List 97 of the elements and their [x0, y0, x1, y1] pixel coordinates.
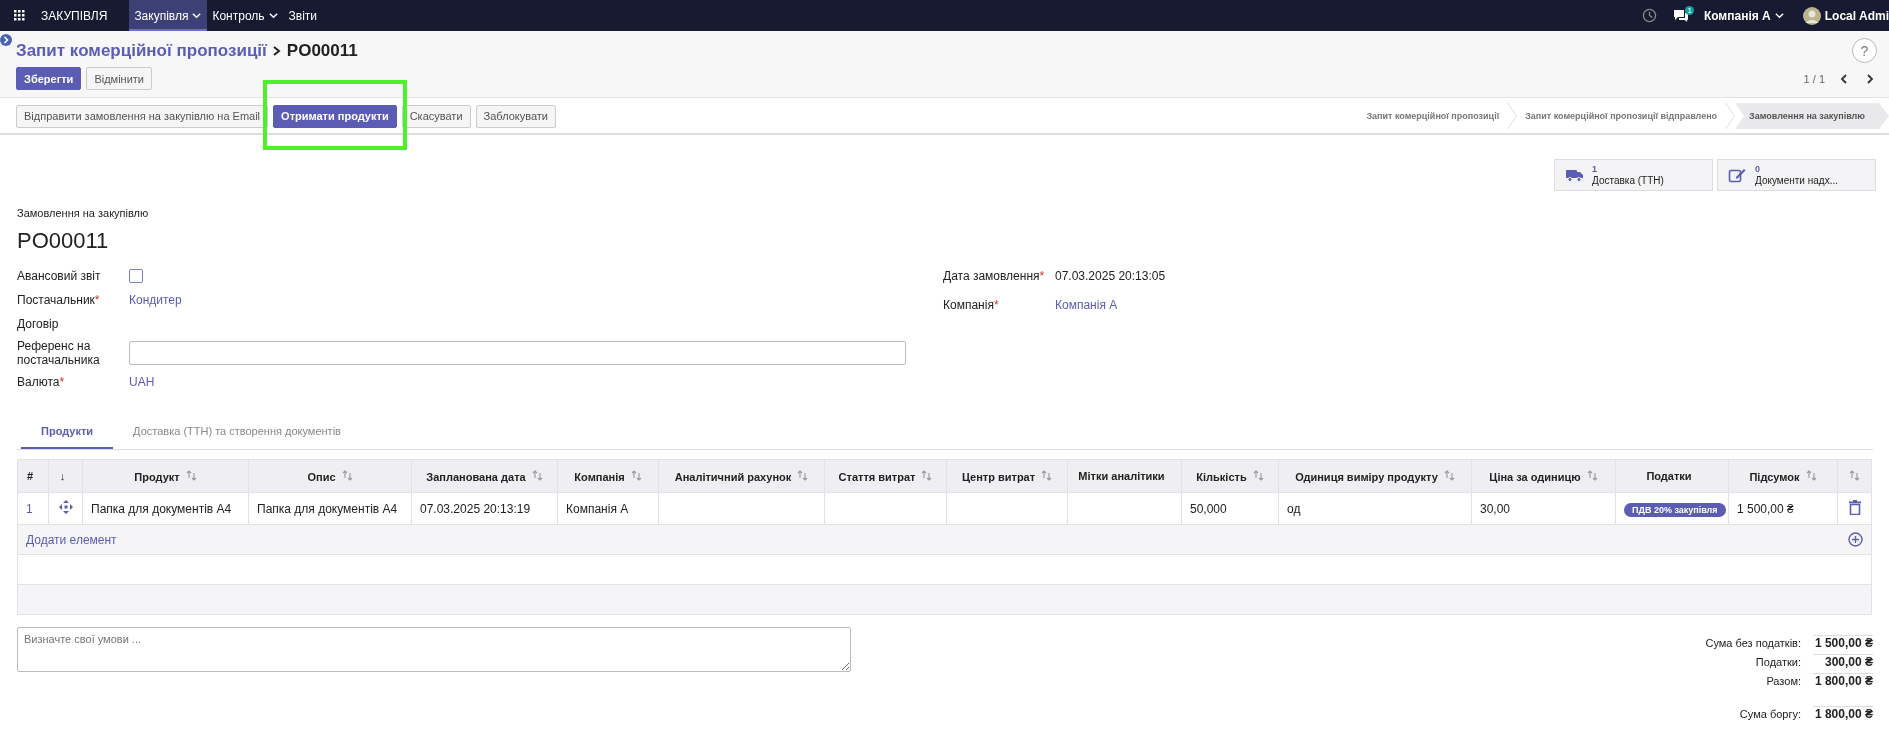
- table-cell: 07.03.2025 20:13:19: [420, 501, 531, 516]
- status-stage[interactable]: Запит комерційної пропозиції: [1358, 103, 1508, 129]
- total-label: Сума без податків:: [1705, 636, 1801, 649]
- message-count-badge: 1: [1685, 5, 1694, 15]
- tab[interactable]: Доставка (ТТН) та створення документів: [113, 419, 361, 449]
- clock-icon[interactable]: [1641, 8, 1657, 23]
- discard-button[interactable]: Відмінити: [86, 67, 152, 90]
- chevron-icon: [1725, 103, 1736, 129]
- trash-icon[interactable]: [1848, 499, 1861, 515]
- sort-icon[interactable]: [341, 469, 353, 481]
- sort-icon[interactable]: [1586, 469, 1598, 481]
- total-label: Разом:: [1766, 674, 1801, 687]
- field-value: 07.03.2025 20:13:05: [1055, 269, 1166, 283]
- sort-icon[interactable]: [1252, 469, 1264, 481]
- save-button[interactable]: Зберегти: [16, 67, 82, 90]
- breadcrumb-link[interactable]: Запит комерційної пропозиції: [16, 40, 267, 61]
- status-stage[interactable]: Запит комерційної пропозиції відправлено: [1517, 103, 1726, 129]
- smart-button-label: Документи надх...: [1755, 175, 1838, 186]
- app-title[interactable]: ЗАКУПІВЛЯ: [41, 8, 108, 23]
- tax-tag: ПДВ 20% закупівля: [1624, 502, 1726, 517]
- add-line-link[interactable]: Додати елемент: [26, 532, 117, 547]
- truck-icon: [1565, 167, 1584, 183]
- column-header[interactable]: ↓: [59, 470, 66, 482]
- sort-icon[interactable]: [921, 469, 933, 481]
- row-number: 1: [26, 501, 33, 516]
- sidebar-toggle-icon[interactable]: [0, 34, 12, 46]
- caret-icon: [1773, 10, 1785, 21]
- help-button[interactable]: ?: [1852, 38, 1877, 63]
- column-header[interactable]: Опис: [307, 470, 336, 483]
- table-cell: 50,000: [1190, 501, 1227, 516]
- smart-button-count: 1: [1592, 164, 1598, 175]
- apps-menu-icon[interactable]: [14, 10, 25, 21]
- menu-item[interactable]: Закупівля: [129, 0, 208, 31]
- field-label: Авансовий звіт: [17, 269, 102, 283]
- chevron-icon: [271, 44, 282, 57]
- sort-icon[interactable]: [185, 469, 197, 481]
- field-label: Постачальник*: [17, 293, 101, 307]
- field-label: Дата замовлення*: [943, 269, 1046, 283]
- sort-icon[interactable]: [531, 469, 543, 481]
- table-cell: 1 500,00 ₴: [1737, 501, 1794, 516]
- table-cell: 30,00: [1480, 501, 1511, 516]
- smart-button-count: 0: [1755, 164, 1761, 175]
- form-subtitle: Замовлення на закупівлю: [17, 207, 150, 219]
- tab[interactable]: Продукти: [21, 419, 114, 449]
- total-value: 1 800,00 ₴: [1813, 673, 1873, 688]
- field-value-link[interactable]: Кондитер: [129, 293, 182, 307]
- pager-value: 1 / 1: [1803, 72, 1825, 85]
- action-button[interactable]: Отримати продукти: [273, 104, 397, 128]
- sort-icon[interactable]: [630, 469, 642, 481]
- action-button[interactable]: Скасувати: [401, 104, 471, 128]
- table-cell: Папка для документів A4: [91, 501, 232, 516]
- status-stage[interactable]: Замовлення на закупівлю: [1735, 103, 1889, 129]
- record-title: PO00011: [286, 40, 358, 61]
- field-label: Компанія*: [943, 298, 1000, 312]
- total-value: 1 800,00 ₴: [1813, 706, 1873, 721]
- checkbox[interactable]: [129, 269, 143, 283]
- avatar-icon: [1802, 6, 1821, 25]
- field-value-link[interactable]: UAH: [129, 375, 155, 389]
- smart-button[interactable]: 0 Документи надх...: [1717, 159, 1876, 191]
- sort-icon[interactable]: [1443, 469, 1455, 481]
- chevron-icon: [1507, 103, 1518, 129]
- smart-button[interactable]: 1 Доставка (ТТН): [1554, 159, 1713, 191]
- table-cell: Компанія А: [566, 501, 629, 516]
- field-value-link[interactable]: Компанія А: [1055, 298, 1118, 312]
- input-field[interactable]: [129, 341, 906, 365]
- field-label: Референс на постачальника: [17, 339, 101, 367]
- total-label: Податки:: [1755, 655, 1801, 668]
- notes-field[interactable]: Визначте свої умови ...: [17, 627, 851, 672]
- table-cell: од: [1287, 501, 1301, 516]
- user-menu[interactable]: Local Admi: [1797, 0, 1889, 31]
- column-header[interactable]: Компанія: [574, 470, 625, 483]
- total-value: 300,00 ₴: [1813, 654, 1873, 669]
- column-header[interactable]: Податки: [1646, 470, 1692, 482]
- sort-icon[interactable]: [1849, 469, 1860, 481]
- table-cell: Папка для документів A4: [257, 501, 398, 516]
- menu-item[interactable]: Звіти: [283, 0, 323, 31]
- column-header[interactable]: Продукт: [134, 470, 180, 483]
- record-name: PO00011: [17, 228, 110, 254]
- pencil-square-icon: [1728, 167, 1747, 183]
- total-label: Сума боргу:: [1739, 707, 1801, 720]
- sort-icon[interactable]: [1805, 469, 1817, 481]
- column-header[interactable]: Кількість: [1196, 470, 1247, 483]
- chat-icon[interactable]: [1672, 8, 1689, 23]
- sort-icon[interactable]: [1041, 469, 1053, 481]
- smart-button-label: Доставка (ТТН): [1592, 175, 1664, 186]
- action-button[interactable]: Відправити замовлення на закупівлю на Email: [16, 104, 269, 128]
- company-switcher[interactable]: Компанія А: [1698, 0, 1790, 31]
- column-header[interactable]: Підсумок: [1749, 470, 1800, 483]
- add-circle-icon[interactable]: [1848, 532, 1863, 547]
- field-label: Валюта*: [17, 375, 66, 389]
- sort-icon[interactable]: [797, 469, 809, 481]
- column-header[interactable]: #: [26, 470, 34, 482]
- field-label: Договір: [17, 317, 60, 331]
- total-value: 1 500,00 ₴: [1813, 635, 1873, 650]
- action-button[interactable]: Заблокувати: [475, 104, 556, 128]
- move-handle-icon[interactable]: [57, 499, 74, 515]
- menu-item[interactable]: Контроль: [207, 0, 284, 31]
